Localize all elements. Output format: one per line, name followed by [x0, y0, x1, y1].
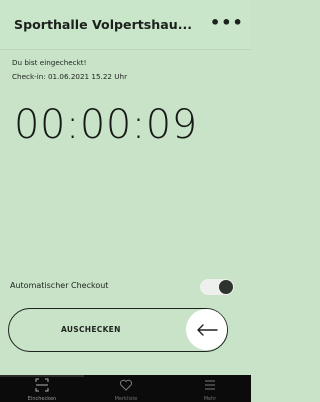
menu-icon	[205, 380, 215, 390]
nav-item-einchecken[interactable]: Einchecken	[0, 375, 84, 402]
checkin-time-text: Check-in: 01.06.2021 15.22 Uhr	[12, 72, 128, 81]
app-header: Sporthalle Volpertshau... •••	[0, 0, 251, 50]
auto-checkout-label: Automatischer Checkout	[10, 281, 109, 290]
heart-icon	[119, 379, 133, 391]
nav-label-mehr: Mehr	[203, 396, 217, 402]
checkout-slider-button[interactable]: AUSCHECKEN	[8, 308, 228, 352]
more-options-icon[interactable]: •••	[210, 12, 243, 34]
nav-item-mehr[interactable]: Mehr	[168, 375, 252, 402]
bottom-navigation: Einchecken Merkliste Mehr	[0, 375, 251, 402]
auto-checkout-toggle[interactable]	[200, 279, 234, 295]
nav-label-einchecken: Einchecken	[27, 396, 57, 402]
checkin-status-text: Du bist eingecheckt!	[12, 58, 87, 67]
nav-label-merkliste: Merkliste	[114, 396, 138, 402]
checkin-content: Du bist eingecheckt! Check-in: 01.06.202…	[0, 50, 251, 375]
checkout-button-label: AUSCHECKEN	[61, 325, 121, 334]
page-title: Sporthalle Volpertshau...	[14, 17, 193, 32]
active-indicator	[0, 375, 84, 377]
toggle-knob	[219, 280, 233, 294]
checkout-arrow-handle[interactable]	[186, 309, 227, 350]
elapsed-timer: 00:00:09	[14, 102, 198, 148]
arrow-left-icon	[196, 323, 218, 336]
scan-icon	[35, 378, 49, 392]
nav-item-merkliste[interactable]: Merkliste	[84, 375, 168, 402]
